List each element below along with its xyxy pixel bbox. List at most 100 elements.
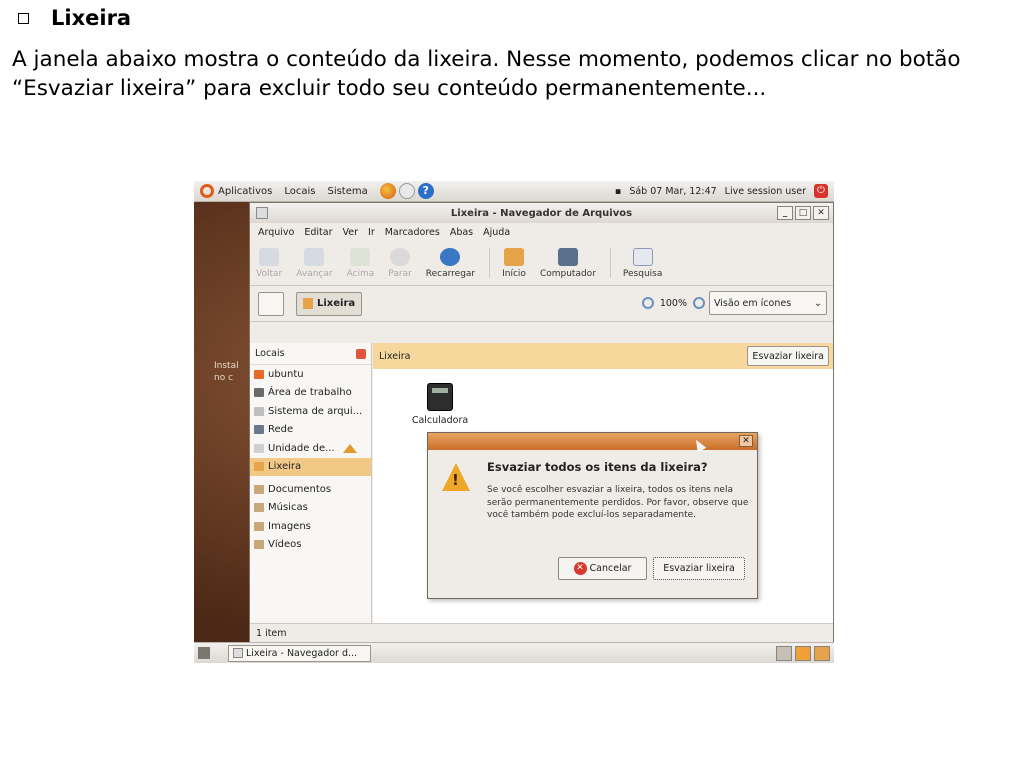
forward-button[interactable]: Avançar: [296, 247, 333, 279]
sidebar-close-icon[interactable]: [356, 348, 366, 359]
empty-trash-button[interactable]: Esvaziar lixeira: [747, 346, 829, 366]
edit-location-button[interactable]: [258, 291, 284, 316]
help-icon[interactable]: ?: [417, 183, 434, 199]
dialog-heading: Esvaziar todos os itens da lixeira?: [487, 460, 708, 474]
confirm-empty-trash-button[interactable]: Esvaziar lixeira: [653, 557, 745, 580]
search-button[interactable]: Pesquisa: [623, 247, 662, 279]
up-label: Acima: [346, 268, 375, 279]
sidebar-item-drive[interactable]: Unidade de...: [250, 439, 371, 458]
sidebar-item-videos[interactable]: Vídeos: [250, 536, 371, 555]
up-button[interactable]: Acima: [346, 247, 375, 279]
sidebar-item-documents[interactable]: Documentos: [250, 480, 371, 499]
file-item[interactable]: Calculadora: [405, 383, 475, 426]
computer-button[interactable]: Computador: [540, 247, 596, 279]
drive-icon: [254, 443, 264, 453]
home-icon: [504, 247, 525, 266]
power-icon[interactable]: ⏻: [814, 184, 828, 198]
clock[interactable]: Sáb 07 Mar, 12:47: [629, 186, 716, 197]
network-icon: [254, 425, 264, 435]
home-label: Início: [502, 268, 526, 279]
stop-icon: [390, 247, 411, 266]
menu-editar[interactable]: Editar: [304, 227, 332, 238]
menu-ver[interactable]: Ver: [343, 227, 359, 238]
firefox-icon[interactable]: [379, 183, 396, 199]
workspace-switcher-active[interactable]: [795, 646, 811, 661]
gnome-top-panel: Aplicativos Locais Sistema ? ▪ Sáb 07 Ma…: [194, 181, 834, 202]
menu-locais[interactable]: Locais: [284, 186, 315, 197]
window-icon: [233, 648, 243, 658]
location-bar: Lixeira 100% Visão em ícones ⌄: [250, 286, 833, 322]
forward-arrow-icon: [304, 247, 325, 266]
sidebar-item-label: ubuntu: [268, 368, 304, 380]
sidebar-item-music[interactable]: Músicas: [250, 499, 371, 518]
toolbar-separator: [489, 248, 491, 278]
sidebar-item-trash[interactable]: Lixeira: [250, 457, 371, 476]
desktop-icon-label[interactable]: Instal no c: [214, 360, 239, 384]
menu-ir[interactable]: Ir: [368, 227, 375, 238]
reload-button[interactable]: Recarregar: [426, 247, 475, 279]
sidebar-item-ubuntu[interactable]: ubuntu: [250, 365, 371, 384]
window-icon[interactable]: [256, 207, 268, 219]
menu-sistema[interactable]: Sistema: [327, 186, 367, 197]
folder-icon: [254, 484, 264, 494]
dialog-close-button[interactable]: ✕: [739, 435, 753, 447]
sidebar-header[interactable]: Locais: [250, 343, 371, 365]
cancel-icon: ✕: [573, 562, 587, 575]
cancel-button[interactable]: ✕ Cancelar: [558, 557, 647, 580]
trash-info-bar: Lixeira Esvaziar lixeira: [373, 343, 833, 369]
zoom-out-icon[interactable]: [641, 297, 654, 309]
folder-icon: [254, 503, 264, 513]
dialog-message: Se você escolher esvaziar a lixeira, tod…: [487, 485, 749, 520]
view-mode-select[interactable]: Visão em ícones ⌄: [709, 291, 827, 315]
menu-ajuda[interactable]: Ajuda: [483, 227, 510, 238]
stop-button[interactable]: Parar: [388, 247, 412, 279]
sidebar-item-pictures[interactable]: Imagens: [250, 517, 371, 536]
maximize-button[interactable]: □: [795, 206, 811, 220]
sidebar-item-network[interactable]: Rede: [250, 421, 371, 440]
zoom-control: 100%: [641, 297, 705, 309]
confirm-dialog: ✕ ! Esvaziar todos os itens da lixeira? …: [427, 432, 758, 599]
menu-aplicativos[interactable]: Aplicativos: [218, 186, 272, 197]
forward-label: Avançar: [296, 268, 333, 279]
minimize-button[interactable]: _: [777, 206, 793, 220]
user-menu[interactable]: Live session user: [725, 186, 806, 197]
breadcrumb-lixeira[interactable]: Lixeira: [296, 291, 363, 316]
sidebar-item-label: Unidade de...: [268, 442, 335, 454]
desktop-label-line2: no c: [214, 373, 234, 383]
search-icon: [632, 247, 653, 266]
show-desktop-icon[interactable]: [198, 647, 210, 659]
menubar: Arquivo Editar Ver Ir Marcadores Abas Aj…: [250, 223, 833, 241]
sidebar-item-label: Rede: [268, 424, 294, 436]
computer-icon: [557, 247, 578, 266]
sidebar-item-desktop[interactable]: Área de trabalho: [250, 384, 371, 403]
dialog-titlebar[interactable]: ✕: [428, 433, 757, 450]
slide-title: Lixeira: [51, 6, 132, 30]
folder-icon: [254, 521, 264, 531]
window-titlebar[interactable]: Lixeira - Navegador de Arquivos _ □ ✕: [250, 203, 833, 223]
zoom-in-icon[interactable]: [693, 297, 705, 309]
stop-label: Parar: [388, 268, 412, 279]
close-button[interactable]: ✕: [813, 206, 829, 220]
back-button[interactable]: Voltar: [256, 247, 282, 279]
mail-icon[interactable]: [398, 183, 415, 199]
menu-arquivo[interactable]: Arquivo: [258, 227, 294, 238]
taskbar-window-button[interactable]: Lixeira - Navegador d...: [228, 644, 371, 662]
info-bar-label: Lixeira: [379, 350, 411, 362]
workspace-switcher[interactable]: [776, 646, 792, 661]
sidebar: Locais ubuntu Área de trabalho Sistema d…: [250, 343, 372, 623]
sidebar-item-label: Lixeira: [268, 461, 302, 473]
sidebar-item-label: Músicas: [268, 502, 308, 514]
eject-icon[interactable]: [342, 443, 357, 453]
network-icon[interactable]: ▪: [615, 186, 621, 197]
ubuntu-logo-icon[interactable]: [200, 184, 214, 198]
reload-icon: [440, 247, 461, 266]
home-button[interactable]: Início: [502, 247, 526, 279]
status-text: 1 item: [256, 627, 287, 639]
menu-marcadores[interactable]: Marcadores: [385, 227, 440, 238]
home-folder-icon: [254, 369, 264, 379]
trash-applet-icon[interactable]: [814, 646, 830, 661]
sidebar-item-filesystem[interactable]: Sistema de arqui...: [250, 402, 371, 421]
toolbar-separator: [609, 248, 611, 278]
zoom-level: 100%: [659, 297, 687, 309]
menu-abas[interactable]: Abas: [450, 227, 473, 238]
